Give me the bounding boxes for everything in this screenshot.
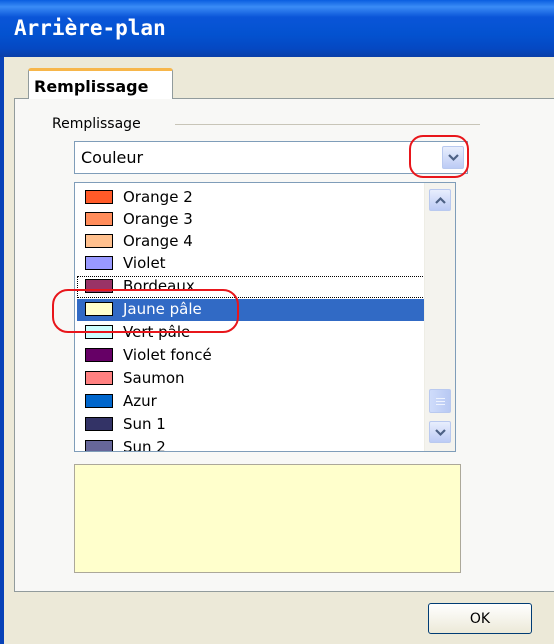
color-list-item[interactable]: Vert pâle [77,322,427,344]
color-swatch [85,417,113,431]
color-list-item[interactable]: Sun 1 [77,414,427,436]
color-label: Vert pâle [123,323,191,341]
dropdown-toggle-button[interactable] [442,146,464,169]
color-swatch [85,348,113,362]
color-list-item[interactable]: Jaune pâle [77,299,427,321]
color-label: Sun 1 [123,415,166,433]
chevron-down-icon [435,429,446,437]
color-list-item[interactable]: Sun 2 [77,437,427,452]
color-list-item[interactable]: Orange 3 [77,209,427,231]
color-label: Jaune pâle [123,300,202,318]
ok-button[interactable]: OK [428,603,532,634]
color-label: Sun 2 [123,438,166,452]
color-swatch [85,325,113,339]
color-label: Orange 2 [123,188,193,206]
fill-type-value: Couleur [81,148,144,167]
color-list-item[interactable]: Violet [77,253,427,275]
color-swatch [85,234,113,248]
color-swatch [85,394,113,408]
scroll-down-button[interactable] [429,421,451,443]
color-list-item[interactable]: Bordeaux [77,276,427,298]
color-swatch [85,190,113,204]
fill-type-dropdown[interactable]: Couleur [74,141,468,174]
scroll-thumb[interactable] [429,389,451,413]
color-label: Orange 3 [123,210,193,228]
color-swatch [85,256,113,270]
color-list-item[interactable]: Azur [77,391,427,413]
color-swatch [85,371,113,385]
color-swatch [85,279,113,293]
chevron-down-icon [448,154,459,162]
color-list-item[interactable]: Saumon [77,368,427,390]
ok-button-label: OK [469,611,491,627]
fill-group-label: Remplissage [52,116,141,132]
window-title: Arrière-plan [14,16,166,40]
color-preview [74,464,461,573]
color-list[interactable]: Orange 2 Orange 3 Orange 4 Violet Bordeaux Ja… [74,182,456,452]
color-swatch [85,212,113,226]
chevron-up-icon [435,196,446,204]
color-swatch [85,302,113,316]
color-label: Azur [123,392,157,410]
color-label: Orange 4 [123,232,193,250]
scroll-up-button[interactable] [429,189,451,211]
color-label: Saumon [123,369,185,387]
tab-remplissage[interactable]: Remplissage [28,68,173,99]
color-label: Violet [123,254,166,272]
tab-label: Remplissage [34,77,149,96]
color-label: Violet foncé [123,346,212,364]
color-list-item[interactable]: Orange 2 [77,187,427,209]
color-list-item[interactable]: Orange 4 [77,231,427,253]
title-bar[interactable]: Arrière-plan [0,0,554,57]
color-swatch [85,440,113,451]
color-list-scrollbar[interactable] [424,183,455,451]
color-label: Bordeaux [123,277,195,295]
group-divider [175,124,480,125]
color-list-item[interactable]: Violet foncé [77,345,427,367]
